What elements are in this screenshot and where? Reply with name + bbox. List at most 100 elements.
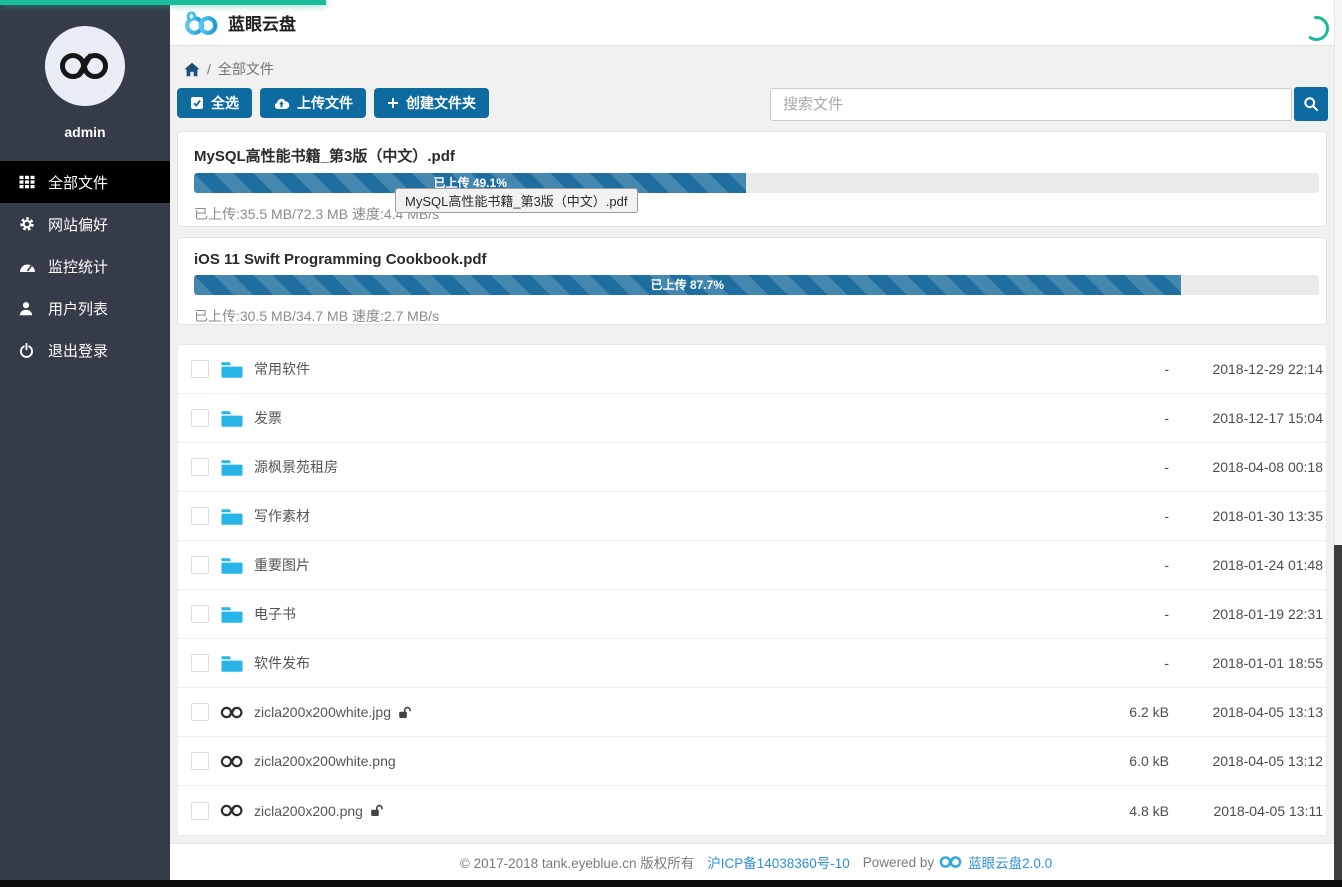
row-checkbox[interactable] xyxy=(191,409,209,427)
gear-icon xyxy=(19,216,37,232)
infinity-logo-icon xyxy=(58,47,112,85)
file-size: - xyxy=(1164,655,1169,671)
file-name[interactable]: 发票 xyxy=(254,408,282,428)
main-content: / 全部文件 全选 上传文件 xyxy=(170,46,1342,887)
toolbar: 全选 上传文件 创建文件夹 xyxy=(177,88,489,118)
row-checkbox[interactable] xyxy=(191,752,209,770)
file-date: 2018-04-08 00:18 xyxy=(1212,459,1323,475)
sidebar: admin 全部文件 网站 xyxy=(0,0,170,887)
sidebar-item-label: 监控统计 xyxy=(48,256,108,277)
sidebar-item-logout[interactable]: 退出登录 xyxy=(0,329,170,371)
row-checkbox[interactable] xyxy=(191,703,209,721)
page-load-progress-bar xyxy=(0,0,326,5)
breadcrumb: / 全部文件 xyxy=(184,59,274,79)
username: admin xyxy=(0,124,170,140)
grid-icon xyxy=(19,175,37,189)
file-date: 2018-04-05 13:11 xyxy=(1214,803,1324,819)
row-checkbox[interactable] xyxy=(191,654,209,672)
file-date: 2018-12-17 15:04 xyxy=(1212,410,1323,426)
unlock-icon xyxy=(370,804,384,817)
sidebar-item-all-files[interactable]: 全部文件 xyxy=(0,161,170,203)
file-row[interactable]: 重要图片 - 2018-01-24 01:48 xyxy=(178,541,1326,590)
row-checkbox[interactable] xyxy=(191,605,209,623)
file-date: 2018-01-30 13:35 xyxy=(1212,508,1323,524)
sidebar-item-user-list[interactable]: 用户列表 xyxy=(0,287,170,329)
file-size: - xyxy=(1164,557,1169,573)
cloud-upload-icon xyxy=(273,97,290,110)
upload-progress-fill: 已上传 87.7% xyxy=(194,275,1181,295)
powered-by-text: Powered by xyxy=(863,855,934,870)
file-name[interactable]: 重要图片 xyxy=(254,555,310,575)
search-button[interactable] xyxy=(1294,87,1328,121)
upload-progress-track: 已上传 49.1% xyxy=(194,173,1319,193)
file-row[interactable]: zicla200x200white.jpg 6.2 kB 2018-04-05 … xyxy=(178,688,1326,737)
app-window: admin 全部文件 网站 xyxy=(0,0,1342,887)
sidebar-item-site-preferences[interactable]: 网站偏好 xyxy=(0,203,170,245)
file-size: - xyxy=(1164,606,1169,622)
unlock-icon xyxy=(398,706,412,719)
select-all-label: 全选 xyxy=(211,93,239,113)
file-date: 2018-01-19 22:31 xyxy=(1212,606,1323,622)
sidebar-item-monitor-stats[interactable]: 监控统计 xyxy=(0,245,170,287)
file-row[interactable]: 软件发布 - 2018-01-01 18:55 xyxy=(178,639,1326,688)
file-row[interactable]: zicla200x200white.png 6.0 kB 2018-04-05 … xyxy=(178,737,1326,786)
folder-icon xyxy=(220,458,244,477)
upload-card-2: iOS 11 Swift Programming Cookbook.pdf 已上… xyxy=(177,237,1327,325)
loading-spinner-icon xyxy=(1303,15,1330,47)
check-square-icon xyxy=(190,96,204,110)
file-size: - xyxy=(1164,459,1169,475)
file-row[interactable]: 源枫景苑租房 - 2018-04-08 00:18 xyxy=(178,443,1326,492)
file-name[interactable]: 常用软件 xyxy=(254,359,310,379)
create-folder-button[interactable]: 创建文件夹 xyxy=(374,88,489,118)
file-size: 4.8 kB xyxy=(1129,803,1169,819)
app-title: 蓝眼云盘 xyxy=(228,10,296,35)
row-checkbox[interactable] xyxy=(191,802,209,820)
scrollbar[interactable] xyxy=(1334,0,1342,887)
row-checkbox[interactable] xyxy=(191,556,209,574)
file-name[interactable]: 软件发布 xyxy=(254,653,310,673)
file-date: 2018-01-01 18:55 xyxy=(1212,655,1323,671)
upload-filename: iOS 11 Swift Programming Cookbook.pdf xyxy=(194,251,1310,268)
upload-card-1: MySQL高性能书籍_第3版（中文）.pdf 已上传 49.1% MySQL高性… xyxy=(177,131,1327,227)
row-checkbox[interactable] xyxy=(191,507,209,525)
file-row[interactable]: 常用软件 - 2018-12-29 22:14 xyxy=(178,345,1326,394)
icp-link[interactable]: 沪ICP备14038360号-10 xyxy=(707,852,850,872)
file-size: - xyxy=(1164,508,1169,524)
file-row[interactable]: 写作素材 - 2018-01-30 13:35 xyxy=(178,492,1326,541)
upload-file-button[interactable]: 上传文件 xyxy=(260,88,366,118)
file-name[interactable]: zicla200x200white.jpg xyxy=(254,704,391,720)
select-all-button[interactable]: 全选 xyxy=(177,88,252,118)
row-checkbox[interactable] xyxy=(191,360,209,378)
file-row[interactable]: zicla200x200.png 4.8 kB 2018-04-05 13:11 xyxy=(178,786,1326,835)
search-icon xyxy=(1303,96,1319,112)
sidebar-item-label: 用户列表 xyxy=(48,298,108,319)
row-checkbox[interactable] xyxy=(191,458,209,476)
powered-by: Powered by 蓝眼云盘2.0.0 xyxy=(863,852,1052,872)
sidebar-nav: 全部文件 网站偏好 监控统计 xyxy=(0,161,170,371)
file-name[interactable]: zicla200x200white.png xyxy=(254,753,396,769)
file-size: 6.0 kB xyxy=(1129,753,1169,769)
scrollbar-thumb[interactable] xyxy=(1334,545,1342,880)
app-logo-icon[interactable] xyxy=(183,10,219,36)
sidebar-item-label: 退出登录 xyxy=(48,340,108,361)
file-date: 2018-01-24 01:48 xyxy=(1212,557,1323,573)
infinity-image-icon xyxy=(220,754,244,769)
file-name[interactable]: 电子书 xyxy=(254,604,296,624)
file-name[interactable]: 写作素材 xyxy=(254,506,310,526)
file-list: 常用软件 - 2018-12-29 22:14 发票 - 2018-12-17 … xyxy=(177,344,1327,836)
folder-icon xyxy=(220,409,244,428)
home-icon[interactable] xyxy=(184,62,200,77)
file-row[interactable]: 发票 - 2018-12-17 15:04 xyxy=(178,394,1326,443)
sidebar-item-label: 网站偏好 xyxy=(48,214,108,235)
file-name[interactable]: 源枫景苑租房 xyxy=(254,457,338,477)
file-row[interactable]: 电子书 - 2018-01-19 22:31 xyxy=(178,590,1326,639)
folder-icon xyxy=(220,360,244,379)
search-bar xyxy=(770,87,1328,121)
file-name[interactable]: zicla200x200.png xyxy=(254,803,363,819)
folder-icon xyxy=(220,654,244,673)
product-link[interactable]: 蓝眼云盘2.0.0 xyxy=(968,852,1052,872)
file-size: 6.2 kB xyxy=(1129,704,1169,720)
file-size: - xyxy=(1164,410,1169,426)
search-input[interactable] xyxy=(770,88,1292,121)
upload-tooltip: MySQL高性能书籍_第3版（中文）.pdf xyxy=(395,188,638,213)
